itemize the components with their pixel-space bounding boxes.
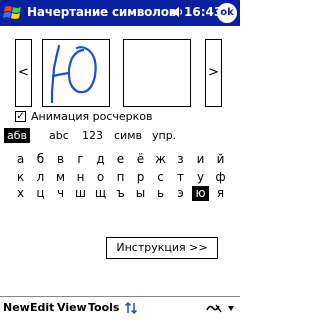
tab-latin[interactable]: abc — [49, 128, 69, 143]
up-down-arrows-icon[interactable] — [124, 301, 138, 315]
letter-key[interactable]: ч — [52, 186, 69, 201]
letter-key[interactable]: ъ — [112, 186, 129, 201]
letter-key[interactable]: с — [152, 170, 169, 185]
next-letter-button[interactable]: > — [205, 39, 222, 107]
letter-key[interactable]: д — [92, 152, 109, 167]
letter-key[interactable]: ж — [152, 152, 169, 167]
letter-key[interactable]: т — [172, 170, 189, 185]
input-method-icon[interactable] — [205, 301, 223, 315]
tab-cyrillic[interactable]: абв — [4, 128, 31, 143]
instruction-button[interactable]: Инструкция >> — [106, 237, 218, 259]
handwritten-glyph — [50, 44, 97, 104]
letter-key[interactable]: у — [192, 170, 209, 185]
animation-checkbox[interactable]: ✓ — [15, 111, 26, 122]
letter-key[interactable]: е — [112, 152, 129, 167]
menu-tools[interactable]: Tools — [88, 301, 119, 314]
title-bar: Начертание символов 16:43 ok — [0, 0, 240, 26]
letter-key[interactable]: я — [212, 186, 229, 201]
letter-key[interactable]: п — [112, 170, 129, 185]
window-title: Начертание символов — [27, 5, 177, 19]
letter-key[interactable]: г — [72, 152, 89, 167]
input-menu-arrow-icon[interactable] — [226, 301, 236, 315]
menu-bar: New Edit View Tools — [0, 296, 240, 320]
tab-numbers[interactable]: 123 — [82, 128, 103, 143]
previous-letter-button[interactable]: < — [15, 39, 32, 107]
animation-label[interactable]: Анимация росчерков — [31, 110, 153, 123]
tab-controls[interactable]: упр. — [152, 128, 176, 143]
letter-key[interactable]: н — [72, 170, 89, 185]
letter-key[interactable]: р — [132, 170, 149, 185]
letter-key[interactable]: к — [12, 170, 29, 185]
letter-key[interactable]: ё — [132, 152, 149, 167]
letter-key[interactable]: ф — [212, 170, 229, 185]
ok-button[interactable]: ok — [217, 3, 237, 23]
letter-key[interactable]: ю — [192, 186, 209, 201]
letter-key[interactable]: э — [172, 186, 189, 201]
windows-start-icon[interactable] — [2, 3, 24, 23]
letter-key[interactable]: а — [12, 152, 29, 167]
letter-key[interactable]: м — [52, 170, 69, 185]
menu-edit[interactable]: Edit — [30, 301, 54, 314]
menu-view[interactable]: View — [57, 301, 87, 314]
letter-key[interactable]: л — [32, 170, 49, 185]
menu-new[interactable]: New — [3, 301, 30, 314]
speaker-icon[interactable] — [170, 5, 184, 19]
current-glyph-preview — [42, 39, 110, 107]
letter-key[interactable]: х — [12, 186, 29, 201]
letter-key[interactable]: и — [192, 152, 209, 167]
letter-key[interactable]: ы — [132, 186, 149, 201]
letter-key[interactable]: ш — [72, 186, 89, 201]
letter-key[interactable]: б — [32, 152, 49, 167]
letter-key[interactable]: з — [172, 152, 189, 167]
letter-key[interactable]: щ — [92, 186, 109, 201]
letter-key[interactable]: й — [212, 152, 229, 167]
letter-key[interactable]: ц — [32, 186, 49, 201]
letter-key[interactable]: ь — [152, 186, 169, 201]
letter-key[interactable]: о — [92, 170, 109, 185]
letter-key[interactable]: в — [52, 152, 69, 167]
next-glyph-preview — [123, 39, 191, 107]
tab-symbols[interactable]: симв — [114, 128, 142, 143]
